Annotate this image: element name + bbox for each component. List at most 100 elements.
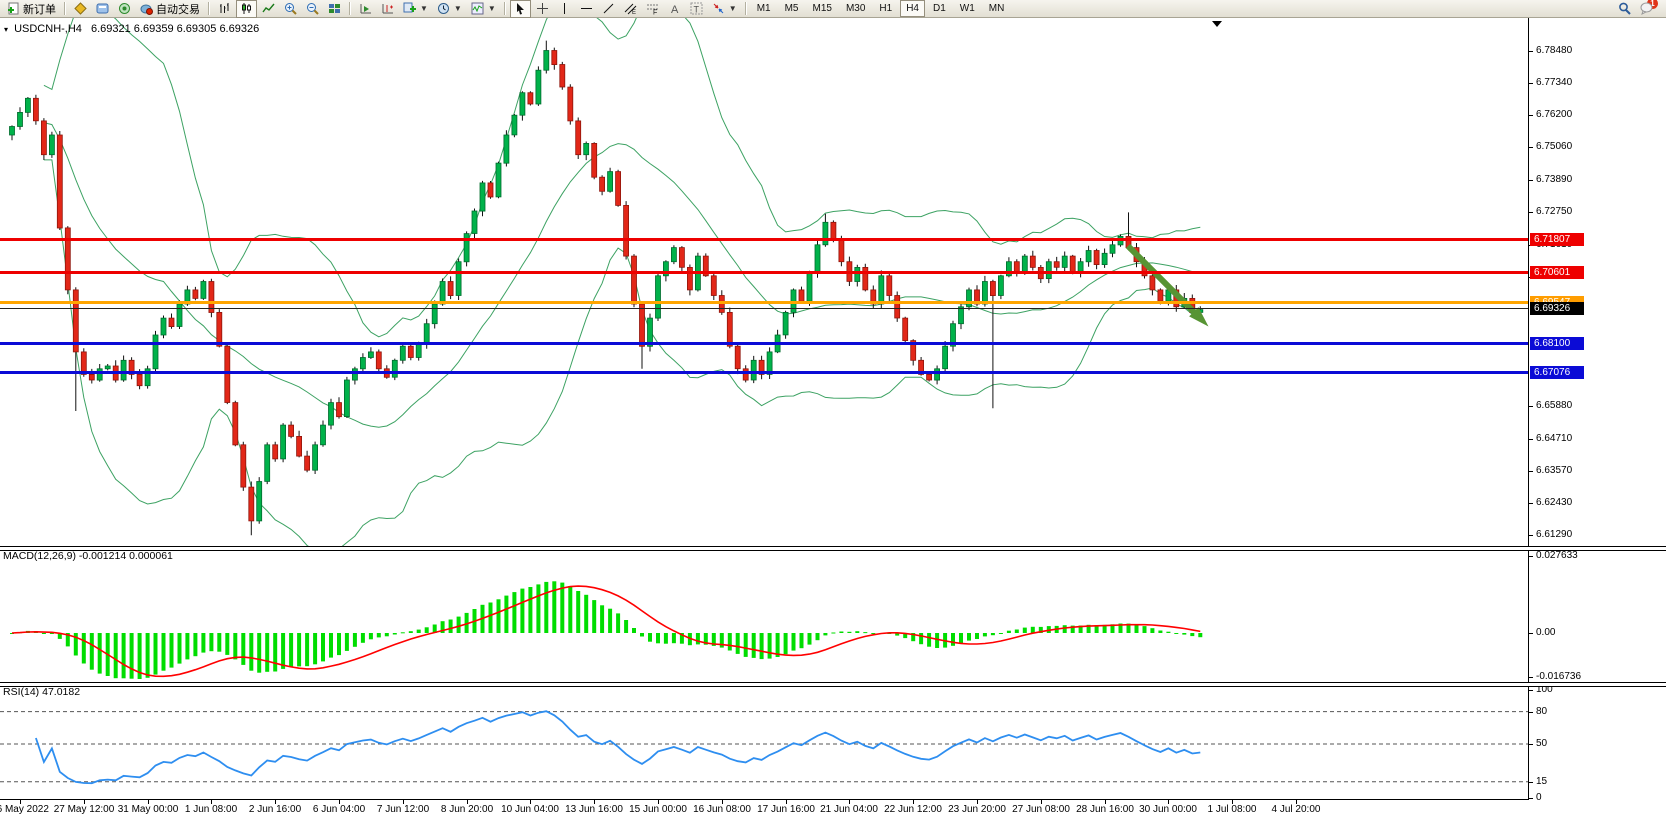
price-tick-6.73890-tick	[1528, 180, 1533, 181]
strategy-tester-button[interactable]	[355, 0, 376, 18]
horizontal-line-6.69547[interactable]	[0, 301, 1528, 304]
timeframe-button-mn[interactable]: MN	[983, 0, 1011, 17]
label-tool-button[interactable]: T	[686, 0, 707, 18]
svg-text:T: T	[693, 5, 699, 15]
data-window-button[interactable]	[92, 0, 113, 18]
svg-text:F: F	[653, 10, 657, 16]
timeframe-button-d1[interactable]: D1	[927, 0, 952, 17]
price-tick-6.75060-tick	[1528, 147, 1533, 148]
channel-tool-button[interactable]: E	[620, 0, 641, 18]
rsi-axis-15: 15	[1536, 776, 1547, 787]
price-tick-6.63570: 6.63570	[1536, 465, 1572, 476]
timeframe-button-m1[interactable]: M1	[751, 0, 777, 17]
navigator-icon	[118, 2, 131, 15]
zoom-out-button[interactable]	[302, 0, 323, 18]
price-tick-6.76200: 6.76200	[1536, 109, 1572, 120]
trendline-icon	[602, 2, 615, 15]
line-chart-button[interactable]	[258, 0, 279, 18]
svg-text:E: E	[632, 10, 636, 15]
timeframe-button-m5[interactable]: M5	[779, 0, 805, 17]
notifications-button[interactable]: 1	[1636, 0, 1657, 18]
main-chart-canvas[interactable]	[0, 18, 1528, 546]
search-button[interactable]	[1614, 0, 1635, 18]
horizontal-line-6.67076[interactable]	[0, 371, 1528, 374]
timeframe-button-h4[interactable]: H4	[900, 0, 925, 17]
timeframe-button-m30[interactable]: M30	[840, 0, 871, 17]
chart-title: ▾ USDCNH-,H4 6.69321 6.69359 6.69305 6.6…	[4, 23, 259, 35]
horizontal-line-tool-button[interactable]	[576, 0, 597, 18]
rsi-panel-canvas[interactable]	[0, 685, 1528, 799]
market-watch-icon	[74, 2, 87, 15]
rsi-axis-50-tick	[1528, 744, 1533, 745]
new-chart-button[interactable]: ▼	[399, 0, 432, 18]
step-forward-icon	[381, 2, 394, 15]
price-badge-6.70601: 6.70601	[1530, 266, 1584, 279]
macd-signal-line	[12, 586, 1200, 676]
price-tick-6.62430: 6.62430	[1536, 497, 1572, 508]
macd-axis--0.016736-tick	[1528, 677, 1533, 678]
chart-shift-marker[interactable]	[1212, 21, 1222, 27]
horizontal-line-6.71807[interactable]	[0, 238, 1528, 241]
text-label-icon: T	[690, 2, 703, 15]
timeframe-button-m15[interactable]: M15	[807, 0, 838, 17]
market-watch-button[interactable]	[70, 0, 91, 18]
indicators-button[interactable]: ▼	[467, 0, 500, 18]
price-tick-6.61290-tick	[1528, 535, 1533, 536]
vertical-line-tool-button[interactable]	[554, 0, 575, 18]
autotrading-label: 自动交易	[156, 1, 200, 17]
tile-windows-button[interactable]	[324, 0, 345, 18]
navigator-button[interactable]	[114, 0, 135, 18]
rsi-axis-100-tick	[1528, 690, 1533, 691]
search-icon	[1618, 2, 1631, 15]
step-forward-button[interactable]	[377, 0, 398, 18]
price-tick-6.77340-tick	[1528, 83, 1533, 84]
autotrading-button[interactable]: 自动交易	[136, 0, 204, 18]
fibonacci-tool-button[interactable]: F	[642, 0, 663, 18]
new-order-label: 新订单	[23, 1, 56, 17]
panel-separator[interactable]	[0, 546, 1666, 551]
macd-axis-0.00: 0.00	[1536, 627, 1555, 638]
zoom-in-button[interactable]	[280, 0, 301, 18]
new-order-button[interactable]: 新订单	[3, 0, 60, 18]
macd-panel-canvas[interactable]	[0, 549, 1528, 682]
horizontal-line-6.70601[interactable]	[0, 271, 1528, 274]
timeframe-button-w1[interactable]: W1	[954, 0, 981, 17]
price-tick-6.78480-tick	[1528, 51, 1533, 52]
macd-axis-0.027633: 0.027633	[1536, 550, 1578, 561]
trend-arrow-annotation[interactable]	[1128, 246, 1208, 326]
zoom-in-icon	[284, 2, 297, 15]
horizontal-line-6.681[interactable]	[0, 342, 1528, 345]
toolbar-separator	[349, 2, 351, 15]
macd-label: MACD(12,26,9) -0.001214 0.000061	[3, 550, 173, 562]
bar-chart-button[interactable]	[214, 0, 235, 18]
bullish-candles	[10, 51, 1203, 521]
macd-axis-0.00-tick	[1528, 633, 1533, 634]
cursor-tool-button[interactable]	[510, 0, 531, 18]
trendline-tool-button[interactable]	[598, 0, 619, 18]
crosshair-tool-button[interactable]	[532, 0, 553, 18]
rsi-label: RSI(14) 47.0182	[3, 686, 80, 698]
price-tick-6.62430-tick	[1528, 503, 1533, 504]
arrows-tool-button[interactable]: ▼	[708, 0, 741, 18]
horizontal-line-6.69326[interactable]	[0, 308, 1528, 309]
rsi-axis-80: 80	[1536, 706, 1547, 717]
collapse-triangle-icon[interactable]: ▾	[4, 25, 8, 34]
cursor-icon	[514, 2, 527, 15]
text-tool-button[interactable]: A	[664, 0, 685, 18]
equidistant-channel-icon: E	[624, 2, 637, 15]
candlestick-chart-icon	[240, 2, 253, 15]
price-tick-6.63570-tick	[1528, 471, 1533, 472]
timeframe-button-h1[interactable]: H1	[873, 0, 898, 17]
price-tick-6.78480: 6.78480	[1536, 45, 1572, 56]
price-tick-6.64710: 6.64710	[1536, 433, 1572, 444]
dropdown-caret-icon: ▼	[729, 4, 737, 13]
ohlc-values: 6.69321 6.69359 6.69305 6.69326	[91, 23, 259, 35]
candlestick-chart-button[interactable]	[236, 0, 257, 18]
bollinger-bands	[44, 18, 1200, 546]
price-tick-6.73890: 6.73890	[1536, 174, 1572, 185]
rsi-axis-15-tick	[1528, 782, 1533, 783]
chat-bubble-icon: 1	[1640, 2, 1653, 15]
bar-chart-icon	[218, 2, 231, 15]
periods-button[interactable]: ▼	[433, 0, 466, 18]
panel-separator[interactable]	[0, 682, 1666, 687]
